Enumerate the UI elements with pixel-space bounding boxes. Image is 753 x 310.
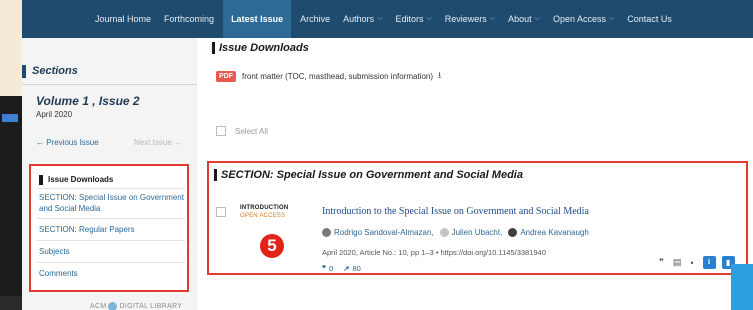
section-header: SECTION: Special Issue on Government and… — [214, 169, 523, 181]
main-content: Issue Downloads PDF front matter (TOC, m… — [197, 38, 753, 310]
nav-forthcoming[interactable]: Forthcoming — [164, 0, 214, 38]
article-title-link[interactable]: Introduction to the Special Issue on Gov… — [322, 206, 589, 217]
divider — [37, 240, 185, 241]
author-list: Rodrigo Sandoval-Almazan, Julien Ubacht,… — [322, 228, 595, 237]
nav-label: Reviewers — [444, 14, 487, 24]
author-link[interactable]: Rodrigo Sandoval-Almazan, — [334, 228, 434, 237]
sidebar: Sections Volume 1 , Issue 2 April 2020 ←… — [22, 38, 197, 310]
nav-latest-issue[interactable]: Latest Issue — [223, 0, 292, 38]
logo-text: ACM — [90, 303, 107, 310]
issue-downloads-header: Issue Downloads — [212, 42, 309, 54]
toc-section-regular-papers[interactable]: SECTION: Regular Papers — [39, 224, 185, 235]
toc-comments[interactable]: Comments — [39, 268, 185, 279]
article-meta: April 2020, Article No.: 10, pp 1–3 • ht… — [322, 248, 546, 257]
nav-reviewers[interactable]: Reviewers ⌵ — [445, 0, 495, 38]
sections-header: Sections — [22, 64, 78, 78]
section-marker — [22, 64, 26, 78]
section-marker — [214, 169, 217, 181]
author-link[interactable]: Andrea Kavanaugh — [520, 228, 589, 237]
nav-label: Open Access — [552, 14, 606, 24]
trend-icon: ↗ — [343, 264, 350, 273]
issue-downloads-title: Issue Downloads — [219, 42, 309, 54]
logo-text: DIGITAL LIBRARY — [119, 303, 183, 310]
nav-contact-us[interactable]: Contact Us — [627, 0, 672, 38]
front-matter-row: PDF front matter (TOC, masthead, submiss… — [216, 68, 441, 84]
select-all-label[interactable]: Select All — [235, 127, 268, 136]
table-of-contents: Issue Downloads SECTION: Special Issue o… — [29, 164, 189, 292]
citation-icon: ❞ — [322, 264, 327, 273]
article-metrics: ❞ 0 ↗ 80 — [322, 264, 361, 273]
acm-digital-library-logo[interactable]: ACM DIGITAL LIBRARY — [90, 302, 182, 310]
share-icon[interactable]: • — [690, 258, 693, 268]
article-checkbox[interactable] — [216, 207, 226, 217]
article-type-label: INTRODUCTION — [240, 205, 289, 211]
background-panel — [731, 264, 753, 310]
chevron-down-icon: ⌵ — [377, 15, 383, 22]
nav-about[interactable]: About ⌵ — [508, 0, 540, 38]
open-access-label: OPEN ACCESS — [240, 213, 286, 219]
citation-count: 0 — [329, 264, 334, 273]
previous-issue-link[interactable]: ← Previous Issue — [36, 138, 99, 147]
avatar — [322, 228, 331, 237]
chevron-down-icon: ⌵ — [489, 15, 496, 22]
section-title: SECTION: Special Issue on Government and… — [221, 169, 523, 181]
divider — [37, 188, 185, 189]
divider — [37, 262, 185, 263]
select-all-row: Select All — [216, 126, 268, 136]
toc-section-special-issue[interactable]: SECTION: Special Issue on Government and… — [39, 192, 185, 214]
background-panel — [0, 296, 22, 310]
chevron-down-icon: ⌵ — [534, 15, 540, 22]
background-tag — [2, 114, 18, 122]
volume-title: Volume 1 , Issue 2 — [36, 94, 140, 108]
author-link[interactable]: Julien Ubacht, — [452, 228, 503, 237]
nav-label: Editors — [395, 14, 424, 24]
section-marker — [212, 42, 215, 54]
nav-journal-home[interactable]: Journal Home — [95, 0, 151, 38]
logo-mark-icon — [108, 302, 118, 310]
nav-editors[interactable]: Editors ⌵ — [395, 0, 431, 38]
chevron-down-icon: ⌵ — [608, 15, 615, 22]
divider — [22, 84, 197, 85]
pdf-download-icon[interactable]: ⭳ — [702, 256, 716, 269]
background-panel — [0, 0, 22, 96]
toc-issue-downloads[interactable]: Issue Downloads — [39, 174, 185, 185]
avatar — [439, 228, 449, 237]
top-navigation: Journal Home Forthcoming Latest Issue Ar… — [22, 0, 753, 38]
sections-title: Sections — [32, 65, 78, 77]
download-count: 80 — [352, 264, 361, 273]
bookmark-icon[interactable]: ▤ — [673, 257, 682, 268]
nav-authors[interactable]: Authors ⌵ — [343, 0, 382, 38]
background-panel — [0, 96, 22, 296]
next-issue-link[interactable]: Next Issue → — [134, 138, 182, 147]
nav-label: About — [508, 14, 532, 24]
quote-icon[interactable]: ❞ — [659, 257, 664, 268]
nav-label: Authors — [343, 14, 375, 24]
select-all-checkbox[interactable] — [216, 126, 226, 136]
nav-open-access[interactable]: Open Access ⌵ — [553, 0, 614, 38]
avatar — [508, 228, 518, 237]
nav-archive[interactable]: Archive — [300, 0, 330, 38]
divider — [37, 218, 185, 219]
article-actions: ❞ ▤ • ⭳ ▮ — [659, 256, 741, 269]
download-icon[interactable]: ⭳ — [438, 68, 441, 84]
issue-date: April 2020 — [36, 110, 73, 119]
toc-subjects[interactable]: Subjects — [39, 246, 185, 257]
front-matter-link[interactable]: front matter (TOC, masthead, submission … — [242, 72, 433, 81]
annotation-marker: 5 — [260, 234, 284, 258]
pdf-icon[interactable]: PDF — [216, 70, 236, 82]
special-issue-section: SECTION: Special Issue on Government and… — [207, 161, 748, 275]
chevron-down-icon: ⌵ — [426, 15, 432, 22]
